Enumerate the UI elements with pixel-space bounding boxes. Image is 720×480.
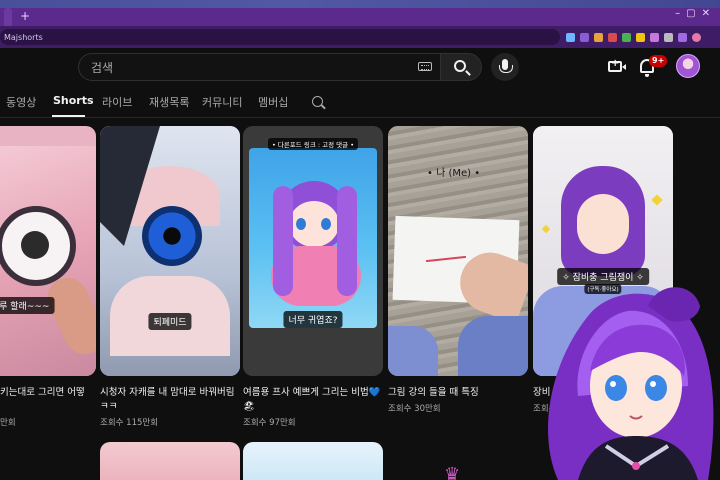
ext-icon[interactable] [622, 32, 631, 42]
short-views-2: 조회수 115만회 [100, 418, 159, 428]
thumbnail-art [321, 218, 331, 230]
thumbnail-art [388, 326, 438, 376]
ext-icon[interactable] [636, 32, 645, 42]
thumbnail-art [142, 206, 202, 266]
extension-icons [566, 32, 701, 42]
search-input[interactable]: 검색 [78, 53, 440, 81]
thumbnail-art [337, 186, 357, 296]
keyboard-icon[interactable] [418, 62, 432, 71]
thumbnail-caption: 망대루 할래~~~ [0, 297, 55, 314]
short-thumbnail-4[interactable]: • 나 (Me) • [388, 126, 528, 376]
tabs-divider [0, 117, 720, 118]
short-thumbnail-8[interactable]: ♛ [388, 442, 528, 480]
url-field[interactable]: Majshorts [0, 29, 560, 45]
channel-search-icon[interactable] [312, 96, 323, 107]
short-title-4[interactable]: 그림 강의 들을 때 특징 [388, 386, 528, 400]
short-thumbnail-1[interactable]: 망대루 할래~~~ [0, 126, 96, 376]
new-tab-button[interactable]: + [20, 9, 30, 23]
short-thumbnail-3[interactable]: • 다른포드 링크 : 고정 댓글 • 너무 귀엽죠? [243, 126, 383, 376]
avatar[interactable] [676, 54, 700, 78]
browser-tab[interactable] [4, 8, 12, 26]
ext-icon[interactable] [608, 32, 617, 42]
thumbnail-art [458, 316, 528, 376]
url-text: Majshorts [4, 32, 43, 42]
tab-community[interactable]: 커뮤니티 [202, 94, 242, 110]
short-thumbnail-6[interactable] [100, 442, 240, 480]
window-controls[interactable]: –▢✕ [675, 8, 716, 19]
short-views-4: 조회수 30만회 [388, 404, 441, 414]
right-eye [645, 375, 667, 401]
short-title-line-2: ㅋㅋ [100, 401, 118, 412]
thumbnail-caption: 퇴폐미드 [148, 313, 192, 330]
thumbnail-art [577, 194, 629, 254]
search-icon [454, 60, 466, 72]
ext-icon[interactable] [594, 32, 603, 42]
short-thumbnail-7[interactable] [243, 442, 383, 480]
screen: + –▢✕ Majshorts 검색 + 9+ 동영상 Shorts 라이브 재… [0, 0, 720, 480]
left-eye-highlight [610, 381, 616, 387]
ext-icon[interactable] [678, 32, 687, 42]
vtuber-avatar-overlay [548, 287, 714, 480]
notification-badge: 9+ [649, 55, 668, 67]
short-title-3[interactable]: 여름용 프사 예쁘게 그리는 비법💙 🏖 [243, 386, 383, 414]
thumbnail-caption: 너무 귀엽죠? [283, 311, 343, 328]
browser-address-bar: Majshorts [0, 26, 720, 48]
crown-icon: ♛ [444, 464, 461, 480]
short-title-line-1: 여름용 프사 예쁘게 그리는 비법💙 [243, 387, 381, 398]
ext-icon[interactable] [664, 32, 673, 42]
tab-videos[interactable]: 동영상 [6, 94, 36, 110]
create-video-icon[interactable] [608, 58, 626, 72]
short-views-3: 조회수 97만회 [243, 418, 296, 428]
thumbnail-art [21, 231, 49, 259]
ext-icon[interactable] [650, 32, 659, 42]
short-title-line-1: 시청자 자캐를 내 맘대로 바꿔버림 [100, 387, 235, 398]
thumbnail-top-caption: • 나 (Me) • [427, 168, 481, 179]
search-button[interactable] [440, 53, 482, 81]
youtube-header: 검색 9+ [0, 48, 720, 86]
ext-icon[interactable] [580, 32, 589, 42]
tab-live[interactable]: 라이브 [102, 94, 132, 110]
taskbar-strip [0, 0, 720, 8]
tab-membership[interactable]: 멤버십 [258, 94, 288, 110]
left-eye [605, 375, 627, 401]
short-views-1: 만회 [0, 418, 16, 428]
thumbnail-top-caption: • 다른포드 링크 : 고정 댓글 • [267, 138, 359, 150]
short-thumbnail-2[interactable]: 퇴폐미드 [100, 126, 240, 376]
microphone-icon [499, 59, 513, 73]
tab-shorts[interactable]: Shorts [53, 94, 94, 107]
short-title-2[interactable]: 시청자 자캐를 내 맘대로 바꿔버림 ㅋㅋ [100, 386, 240, 414]
tab-playlists[interactable]: 재생목록 [149, 94, 189, 110]
browser-tab-strip: + –▢✕ [0, 0, 720, 26]
profile-icon[interactable] [692, 32, 701, 42]
thumbnail-art [296, 218, 306, 230]
ext-icon[interactable] [566, 32, 575, 42]
short-title-line-2: 🏖 [243, 401, 256, 412]
short-title-1[interactable]: 키는대로 그리면 어떻 [0, 386, 92, 400]
channel-tabs: 동영상 Shorts 라이브 재생목록 커뮤니티 멤버십 [0, 88, 720, 117]
right-eye-highlight [650, 381, 656, 387]
necklace-gem [632, 462, 640, 470]
thumbnail-art [273, 186, 293, 296]
voice-search-button[interactable] [491, 53, 519, 81]
search-placeholder: 검색 [91, 60, 114, 75]
